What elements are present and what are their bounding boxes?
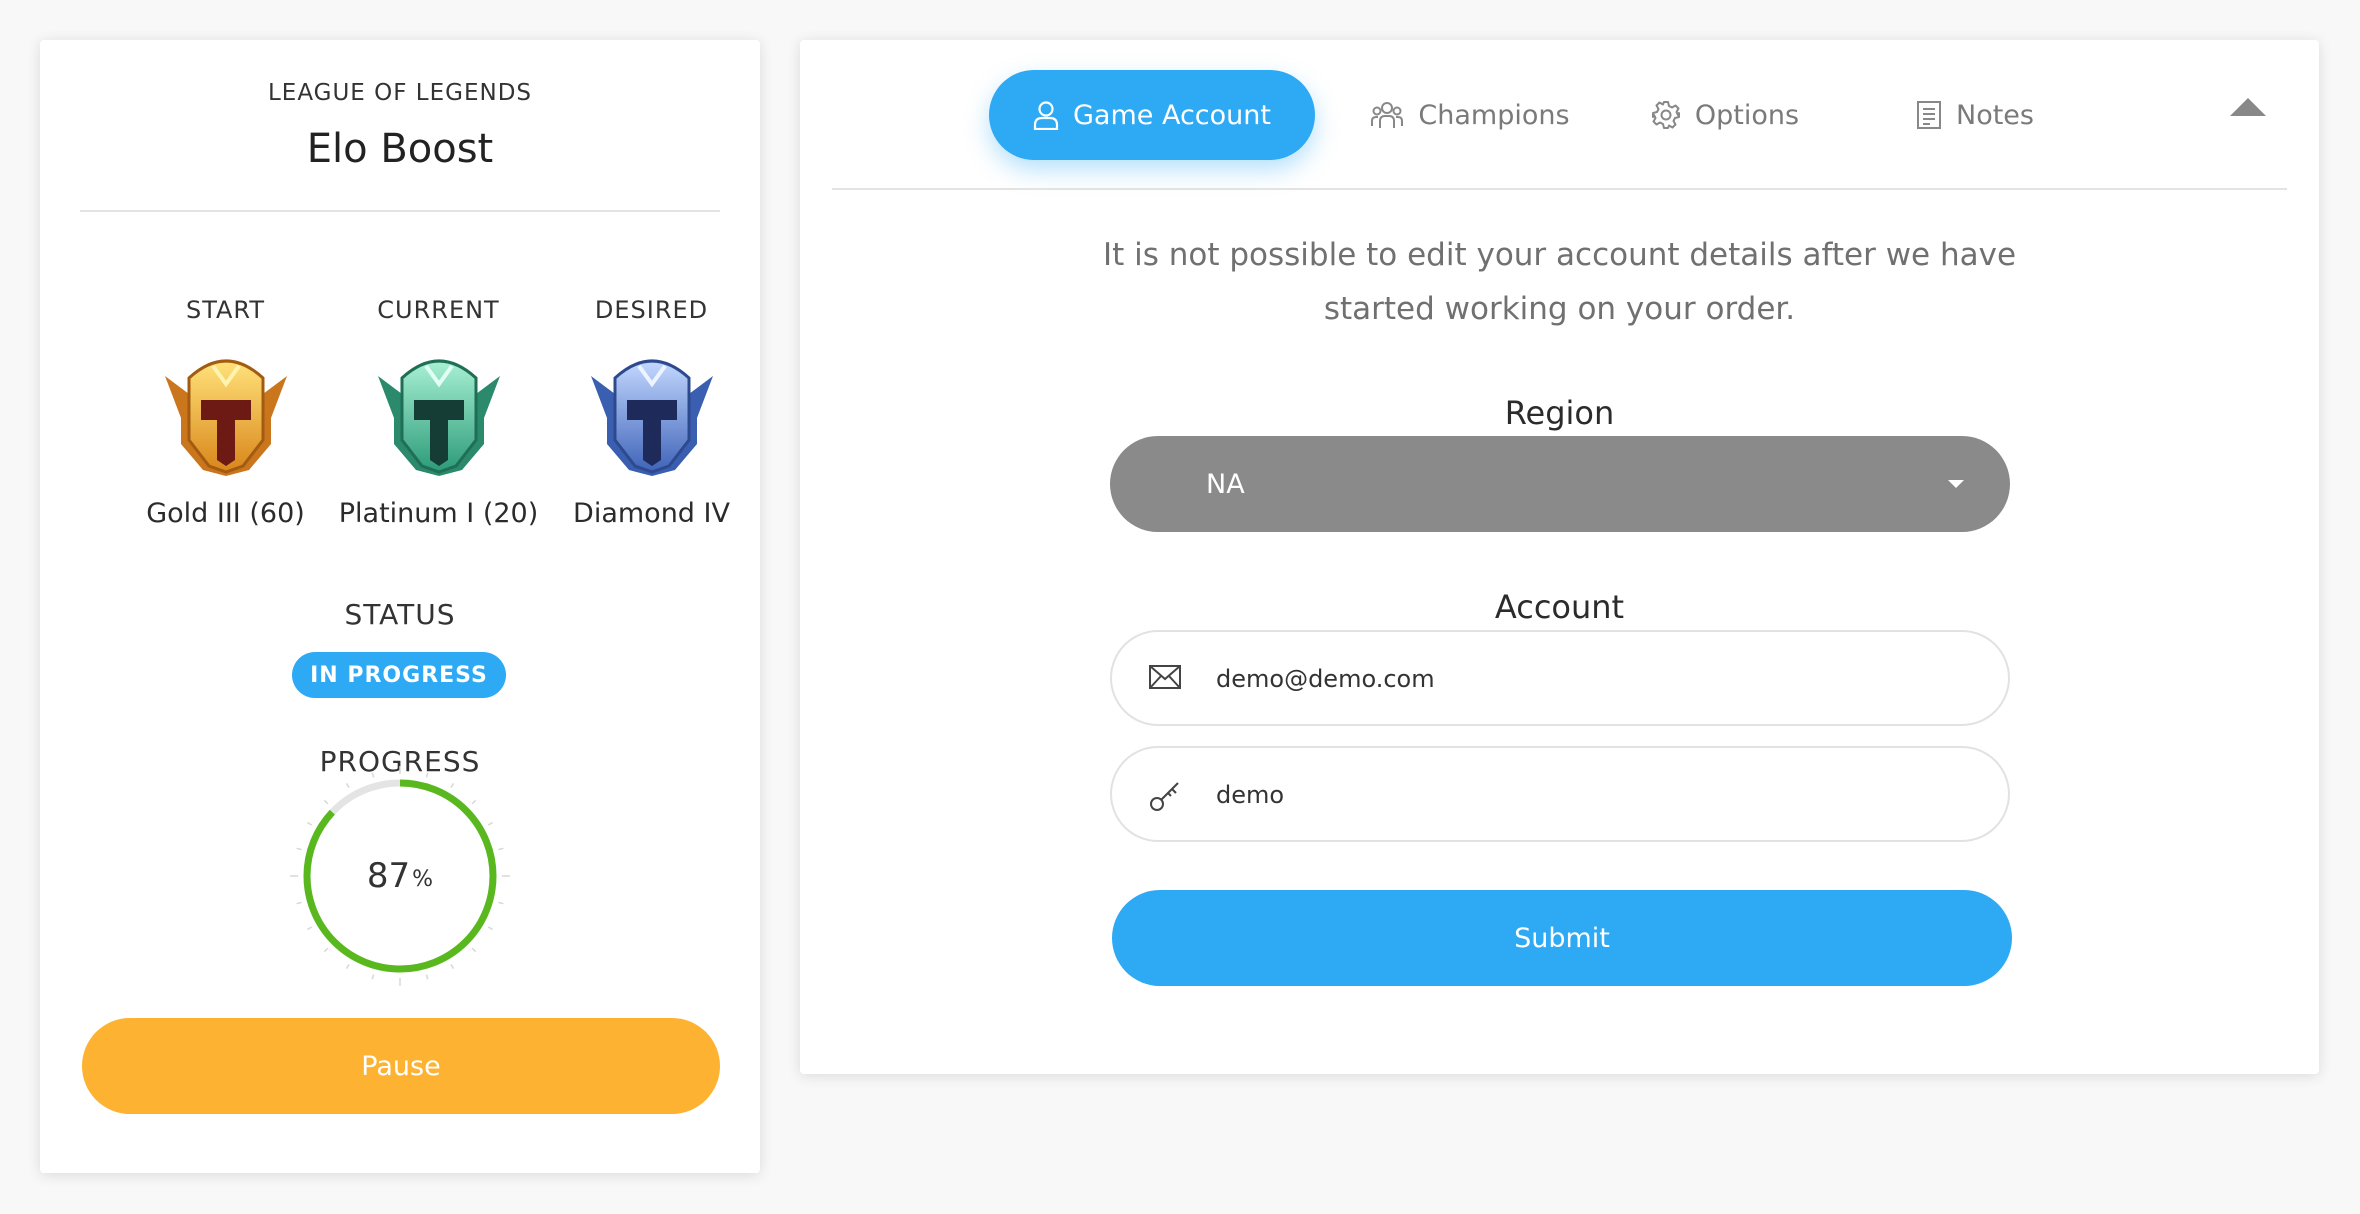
order-summary-card: LEAGUE OF LEGENDS Elo Boost START Gold I… [40,40,760,1173]
game-title: LEAGUE OF LEGENDS [267,80,533,106]
envelope-icon [1149,665,1181,689]
service-title: Elo Boost [306,126,494,172]
key-icon [1150,782,1179,811]
edit-notice: It is not possible to edit your account … [1102,237,2017,327]
chevron-up-icon[interactable] [2230,98,2266,116]
gear-icon [1651,101,1680,129]
tab-options[interactable]: Options [1640,70,1810,160]
account-label: Account [1494,588,1625,626]
password-field-container [1110,746,2010,842]
rank-current: CURRENT Platinum I (20) [332,296,545,529]
divider [832,188,2287,190]
users-group-icon [1371,102,1404,128]
rank-name: Platinum I (20) [338,498,539,529]
platinum-rank-emblem-icon [377,359,500,476]
tab-label: Options [1694,99,1800,131]
tab-label: Champions [1418,99,1570,131]
progress-value: 87 [366,856,411,896]
tab-notes[interactable]: Notes [1900,70,2050,160]
rank-heading: START [185,296,266,324]
region-label: Region [1504,394,1615,432]
status-label: STATUS [344,598,456,631]
diamond-rank-emblem-icon [590,359,713,476]
rank-desired: DESIRED Diamond IV [545,296,758,529]
tab-game-account[interactable]: Game Account [989,70,1315,160]
user-icon [1033,101,1059,130]
rank-heading: DESIRED [594,296,709,324]
submit-button[interactable]: Submit [1112,890,2012,986]
email-field-container [1110,630,2010,726]
tab-champions[interactable]: Champions [1360,70,1580,160]
gold-rank-emblem-icon [164,359,287,476]
rank-name: Gold III (60) [146,498,305,529]
rank-name: Diamond IV [573,498,730,529]
account-panel: Game Account Champions Options Notes It … [800,40,2319,1074]
status-badge: IN PROGRESS [292,652,506,698]
region-select[interactable]: NA [1110,436,2010,532]
rank-start: START Gold III (60) [119,296,332,529]
divider [80,210,720,212]
pause-button[interactable]: Pause [82,1018,720,1114]
caret-down-icon [1948,480,1964,488]
rank-heading: CURRENT [377,296,500,324]
password-input[interactable] [1216,768,1976,822]
region-selected-value: NA [1206,468,1245,500]
tab-label: Notes [1956,99,2034,131]
progress-unit: % [412,866,434,892]
email-input[interactable] [1216,652,1976,706]
document-icon [1917,101,1941,129]
progress-percentage: 87% [290,766,510,986]
tab-label: Game Account [1073,99,1271,131]
